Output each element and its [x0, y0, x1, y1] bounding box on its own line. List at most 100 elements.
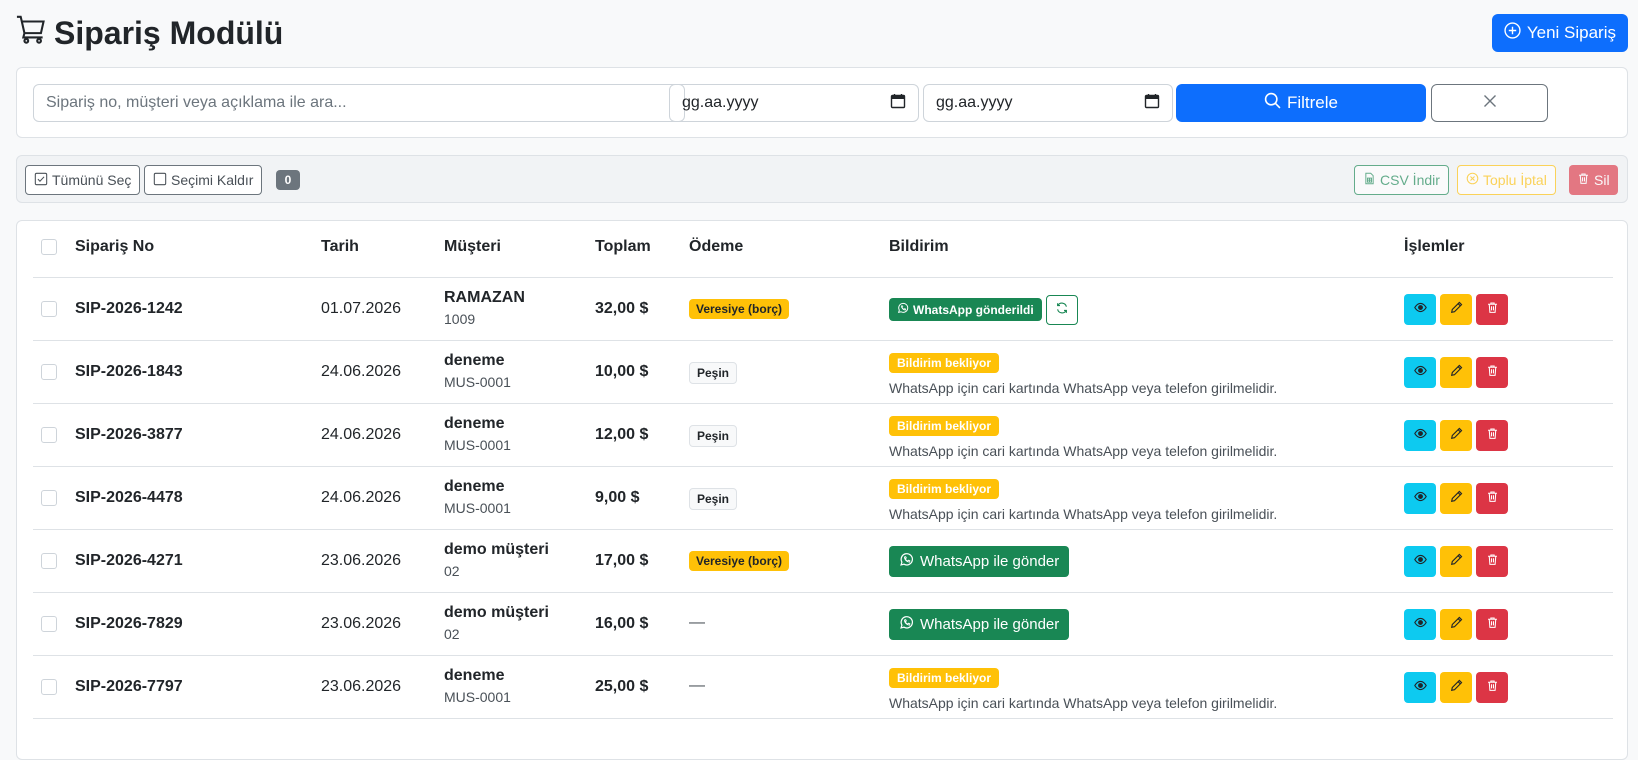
- edit-button[interactable]: [1440, 546, 1472, 577]
- delete-button[interactable]: [1476, 357, 1508, 388]
- delete-button[interactable]: [1476, 672, 1508, 703]
- csv-download-label: CSV İndir: [1380, 172, 1440, 188]
- row-checkbox[interactable]: [41, 553, 57, 569]
- date-start-value: gg.aa.yyyy: [682, 94, 759, 111]
- eye-icon: [1413, 490, 1427, 508]
- delete-button[interactable]: [1476, 420, 1508, 451]
- delete-button[interactable]: [1476, 483, 1508, 514]
- edit-button[interactable]: [1440, 483, 1472, 514]
- plus-circle-icon: [1504, 22, 1521, 44]
- payment-cell: Veresiye (borç): [689, 551, 790, 571]
- customer-name: demo müşteri: [444, 541, 549, 558]
- row-checkbox[interactable]: [41, 616, 57, 632]
- order-number[interactable]: SIP-2026-1843: [75, 363, 183, 381]
- view-button[interactable]: [1404, 357, 1436, 388]
- customer-code: MUS-0001: [444, 437, 511, 453]
- view-button[interactable]: [1404, 546, 1436, 577]
- payment-cell: —: [689, 614, 705, 632]
- clear-filter-button[interactable]: [1431, 84, 1548, 122]
- row-checkbox[interactable]: [41, 679, 57, 695]
- col-header-total: Toplam: [595, 238, 651, 255]
- edit-button[interactable]: [1440, 420, 1472, 451]
- whatsapp-send-label: WhatsApp ile gönder: [920, 616, 1060, 633]
- whatsapp-send-button[interactable]: WhatsApp ile gönder: [889, 609, 1070, 640]
- order-number[interactable]: SIP-2026-1242: [75, 300, 183, 318]
- payment-cell: Peşin: [689, 362, 738, 384]
- edit-button[interactable]: [1440, 294, 1472, 325]
- table-header: Sipariş No Tarih Müşteri Toplam Ödeme Bi…: [33, 221, 1613, 278]
- select-all-button[interactable]: Tümünü Seç: [25, 165, 141, 195]
- order-number[interactable]: SIP-2026-3877: [75, 426, 183, 444]
- view-button[interactable]: [1404, 672, 1436, 703]
- customer-cell: RAMAZAN 1009: [444, 289, 525, 327]
- order-number[interactable]: SIP-2026-4271: [75, 552, 183, 570]
- customer-name: deneme: [444, 478, 505, 495]
- date-end-input[interactable]: gg.aa.yyyy: [923, 84, 1173, 122]
- view-button[interactable]: [1404, 294, 1436, 325]
- notification-cell: Bildirim bekliyor WhatsApp için cari kart…: [889, 416, 1277, 459]
- pencil-icon: [1450, 364, 1463, 382]
- edit-button[interactable]: [1440, 357, 1472, 388]
- order-total: 10,00 $: [595, 363, 649, 380]
- row-checkbox[interactable]: [41, 364, 57, 380]
- order-date: 23.06.2026: [321, 615, 402, 632]
- calendar-icon[interactable]: [1144, 93, 1160, 114]
- eye-icon: [1413, 616, 1427, 634]
- delete-button[interactable]: [1476, 294, 1508, 325]
- table-row[interactable]: SIP-2026-1242 01.07.2026 RAMAZAN 1009 32…: [33, 278, 1613, 341]
- whatsapp-send-button[interactable]: WhatsApp ile gönder: [889, 546, 1070, 577]
- col-header-payment: Ödeme: [689, 238, 744, 255]
- page-header: Sipariş Modülü Yeni Sipariş: [16, 12, 1628, 52]
- table-row[interactable]: SIP-2026-4478 24.06.2026 deneme MUS-0001…: [33, 467, 1613, 530]
- table-row[interactable]: SIP-2026-7797 23.06.2026 deneme MUS-0001…: [33, 656, 1613, 719]
- date-start-input[interactable]: gg.aa.yyyy: [669, 84, 919, 122]
- bulk-cancel-button[interactable]: Toplu İptal: [1457, 165, 1556, 195]
- search-input[interactable]: Sipariş no, müşteri veya açıklama ile ar…: [33, 84, 685, 122]
- delete-button[interactable]: [1476, 546, 1508, 577]
- pencil-icon: [1450, 616, 1463, 634]
- table-row[interactable]: SIP-2026-3877 24.06.2026 deneme MUS-0001…: [33, 404, 1613, 467]
- notification-pending-badge: Bildirim bekliyor: [889, 416, 1000, 436]
- order-number[interactable]: SIP-2026-7797: [75, 678, 183, 696]
- row-checkbox[interactable]: [41, 490, 57, 506]
- row-actions: [1404, 294, 1508, 325]
- row-checkbox[interactable]: [41, 427, 57, 443]
- filter-button[interactable]: Filtrele: [1176, 84, 1426, 122]
- view-button[interactable]: [1404, 420, 1436, 451]
- col-header-date: Tarih: [321, 238, 359, 255]
- notification-cell: WhatsApp ile gönder: [889, 546, 1070, 577]
- select-all-label: Tümünü Seç: [52, 172, 132, 188]
- view-button[interactable]: [1404, 483, 1436, 514]
- bulk-delete-label: Sil: [1594, 172, 1610, 188]
- edit-button[interactable]: [1440, 672, 1472, 703]
- calendar-icon[interactable]: [890, 93, 906, 114]
- customer-name: deneme: [444, 352, 505, 369]
- bulk-delete-button[interactable]: Sil: [1569, 165, 1618, 195]
- new-order-button[interactable]: Yeni Sipariş: [1491, 14, 1628, 52]
- table-row[interactable]: SIP-2026-7829 23.06.2026 demo müşteri 02…: [33, 593, 1613, 656]
- order-date: 24.06.2026: [321, 489, 402, 506]
- orders-table: Sipariş No Tarih Müşteri Toplam Ödeme Bi…: [16, 220, 1628, 760]
- csv-download-button[interactable]: CSV İndir: [1354, 165, 1449, 195]
- customer-cell: demo müşteri 02: [444, 541, 549, 579]
- table-row[interactable]: SIP-2026-1843 24.06.2026 deneme MUS-0001…: [33, 341, 1613, 404]
- row-checkbox[interactable]: [41, 301, 57, 317]
- payment-badge: Peşin: [689, 488, 738, 510]
- resend-button[interactable]: [1045, 295, 1078, 325]
- customer-cell: deneme MUS-0001: [444, 415, 511, 453]
- edit-button[interactable]: [1440, 609, 1472, 640]
- row-actions: [1404, 420, 1508, 451]
- select-all-checkbox[interactable]: [41, 239, 57, 255]
- table-row[interactable]: SIP-2026-4271 23.06.2026 demo müşteri 02…: [33, 530, 1613, 593]
- view-button[interactable]: [1404, 609, 1436, 640]
- order-total: 32,00 $: [595, 300, 649, 317]
- refresh-icon: [1055, 301, 1069, 320]
- clear-selection-button[interactable]: Seçimi Kaldır: [144, 165, 263, 195]
- customer-code: 1009: [444, 311, 476, 327]
- col-header-order-no: Sipariş No: [75, 238, 155, 255]
- pencil-icon: [1450, 490, 1463, 508]
- close-icon: [1482, 93, 1498, 114]
- order-number[interactable]: SIP-2026-7829: [75, 615, 183, 633]
- delete-button[interactable]: [1476, 609, 1508, 640]
- order-number[interactable]: SIP-2026-4478: [75, 489, 183, 507]
